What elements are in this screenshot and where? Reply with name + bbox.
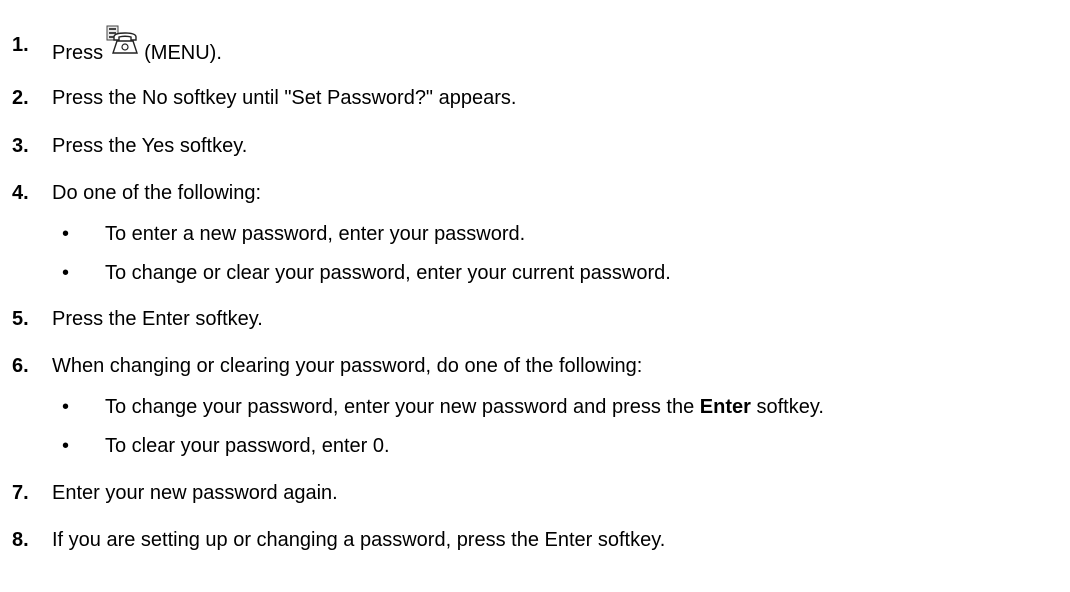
step-text: Do one of the following: xyxy=(52,182,262,204)
step-text-before: Press xyxy=(52,42,104,64)
step-text: Press (MENU). xyxy=(52,25,222,65)
bullet-text: To clear your password, enter 0. xyxy=(105,435,390,457)
menu-phone-icon xyxy=(106,25,140,63)
step-number: 3. xyxy=(12,135,29,157)
bullet-text: To change or clear your password, enter … xyxy=(105,262,671,284)
step-number: 5. xyxy=(12,308,29,330)
bullet-text-after: softkey. xyxy=(750,396,824,418)
step-text: If you are setting up or changing a pass… xyxy=(52,529,666,551)
step-text: Press the Enter softkey. xyxy=(52,308,263,330)
bullet-text: To enter a new password, enter your pass… xyxy=(105,223,526,245)
bullet-text: To change your password, enter your new … xyxy=(105,395,824,419)
step-number: 4. xyxy=(12,182,29,204)
step-number: 6. xyxy=(12,355,29,377)
step-number: 8. xyxy=(12,529,29,551)
bullet-glyph: • xyxy=(62,223,70,245)
step-text: Enter your new password again. xyxy=(52,482,338,504)
step-text: When changing or clearing your password,… xyxy=(52,355,643,377)
bullet-glyph: • xyxy=(62,435,70,457)
step-number: 7. xyxy=(12,482,29,504)
step-text: Press the No softkey until "Set Password… xyxy=(52,87,517,109)
bullet-glyph: • xyxy=(62,396,70,418)
step-text: Press the Yes softkey. xyxy=(52,135,248,157)
step-number: 2. xyxy=(12,87,29,109)
step-number: 1. xyxy=(12,34,29,56)
bullet-text-bold: Enter xyxy=(699,396,751,418)
bullet-text-before: To change your password, enter your new … xyxy=(105,396,700,418)
step-text-after: (MENU). xyxy=(144,42,222,64)
bullet-glyph: • xyxy=(62,262,70,284)
